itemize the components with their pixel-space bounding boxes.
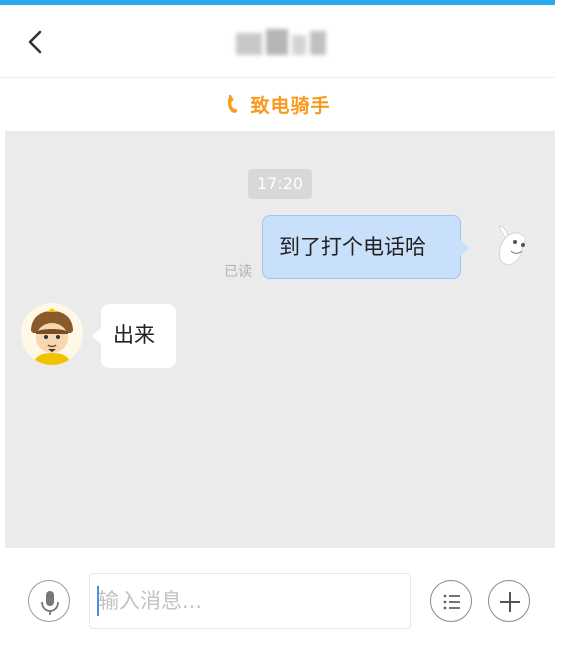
contact-name-blurred [236,29,328,57]
microphone-icon [41,591,59,615]
message-input[interactable] [89,573,411,629]
call-rider-label: 致电骑手 [250,94,331,117]
list-menu-icon [443,594,460,610]
rider-avatar[interactable] [21,303,83,365]
call-rider-button[interactable]: 致电骑手 [0,78,555,130]
chat-header [0,5,555,78]
message-input-bar [0,548,570,645]
text-caret [97,586,99,616]
message-timestamp: 17:20 [248,169,312,199]
voice-input-button[interactable] [28,580,70,622]
incoming-message-bubble[interactable]: 出来 [92,304,176,368]
phone-icon [228,94,238,113]
user-avatar[interactable] [478,213,540,275]
quick-reply-menu-button[interactable] [430,580,472,622]
user-avatar-image [478,213,540,275]
add-attachment-button[interactable] [488,580,530,622]
read-receipt: 已读 [224,264,252,280]
rider-avatar-image [21,303,83,365]
chevron-left-icon [28,30,42,54]
outgoing-message-bubble[interactable]: 到了打个电话哈 [262,215,469,279]
plus-icon [500,592,520,612]
chat-area[interactable]: 17:20 已读 到了打个电话哈 出来 [5,131,555,548]
back-button[interactable] [22,27,52,57]
